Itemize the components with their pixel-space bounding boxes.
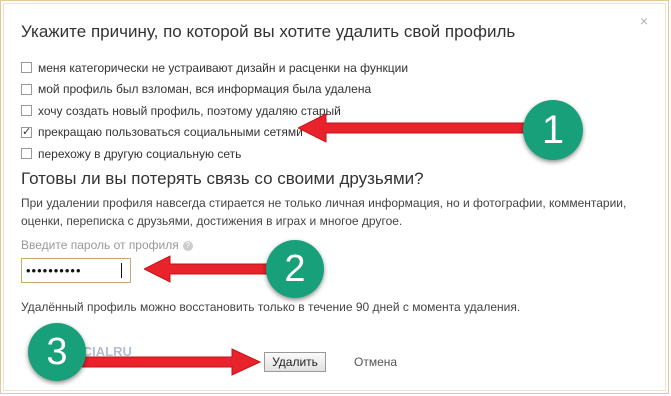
page-title: Укажите причину, по которой вы хотите уд…	[21, 22, 516, 41]
reason-item-2[interactable]: мой профиль был взломан, вся информация …	[21, 79, 408, 101]
reason-label-3: хочу создать новый профиль, поэтому удал…	[38, 103, 341, 118]
reason-label-5: перехожу в другую социальную сеть	[38, 146, 242, 161]
reason-checkbox-5[interactable]	[21, 148, 32, 160]
password-input[interactable]: ••••••••••	[21, 258, 131, 283]
reason-item-1[interactable]: меня категорически не устраивают дизайн …	[21, 57, 408, 79]
step-badge-3: 3	[28, 323, 86, 381]
reason-checkbox-2[interactable]	[21, 83, 32, 95]
password-label: Введите пароль от профиля?	[21, 238, 193, 252]
arrow-1-icon	[298, 113, 527, 143]
step-badge-2: 2	[266, 240, 324, 298]
help-icon[interactable]: ?	[182, 240, 193, 251]
friends-heading: Готовы ли вы потерять связь со своими др…	[21, 169, 424, 188]
reason-checkbox-3[interactable]	[21, 105, 32, 117]
reason-label-2: мой профиль был взломан, вся информация …	[38, 82, 372, 97]
reason-checkbox-1[interactable]	[21, 62, 32, 74]
restore-note: Удалённый профиль можно восстановить тол…	[21, 300, 521, 314]
reason-list: меня категорически не устраивают дизайн …	[21, 57, 408, 165]
reason-label-1: меня категорически не устраивают дизайн …	[38, 60, 409, 75]
step-badge-1: 1	[523, 100, 583, 160]
arrow-2-icon	[144, 255, 270, 283]
reason-item-5[interactable]: перехожу в другую социальную сеть	[21, 143, 408, 165]
info-text: При удалении профиля навсегда стирается …	[21, 196, 627, 228]
cancel-link[interactable]: Отмена	[354, 355, 397, 369]
reason-label-4: прекращаю пользоваться социальными сетям…	[38, 125, 303, 140]
delete-button[interactable]: Удалить	[264, 352, 326, 372]
close-icon[interactable]: ×	[640, 14, 648, 28]
reason-checkbox-4[interactable]	[21, 125, 32, 138]
password-label-text: Введите пароль от профиля	[21, 238, 179, 252]
